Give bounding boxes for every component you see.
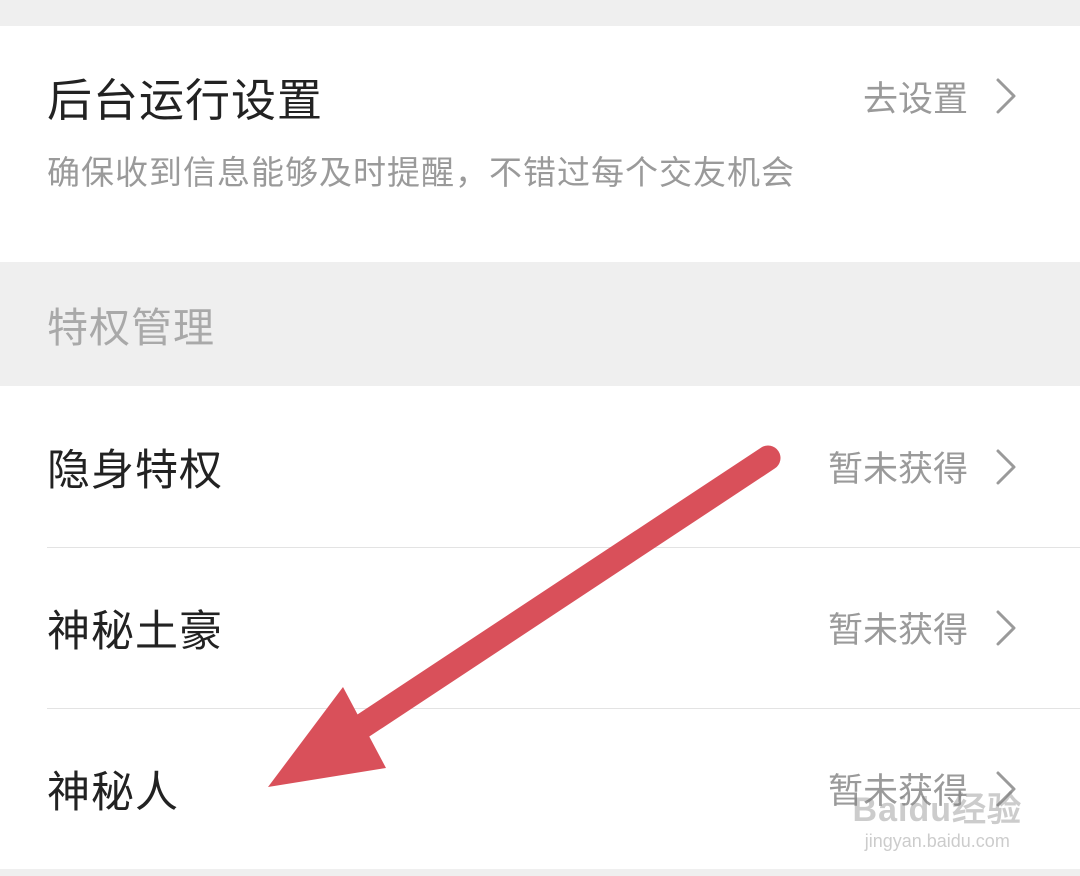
background-run-card[interactable]: 后台运行设置 去设置 确保收到信息能够及时提醒，不错过每个交友机会 bbox=[0, 26, 1080, 262]
background-run-action[interactable]: 去设置 bbox=[863, 71, 1024, 122]
top-spacer bbox=[0, 0, 1080, 26]
privilege-status: 暂未获得 bbox=[827, 611, 968, 651]
privilege-status: 暂未获得 bbox=[827, 450, 968, 490]
privilege-status-group: 暂未获得 bbox=[828, 441, 1024, 492]
chevron-right-icon bbox=[988, 76, 1024, 116]
chevron-right-icon bbox=[988, 447, 1024, 487]
settings-page: 后台运行设置 去设置 确保收到信息能够及时提醒，不错过每个交友机会 特权管理 隐… bbox=[0, 0, 1080, 876]
section-title: 特权管理 bbox=[47, 304, 215, 352]
chevron-right-icon bbox=[988, 608, 1024, 648]
watermark-url: jingyan.baidu.com bbox=[864, 831, 1010, 851]
go-settings-text: 去设置 bbox=[862, 79, 968, 120]
baidu-watermark: Baidu经验 jingyan.baidu.com bbox=[853, 793, 1022, 852]
background-run-description: 确保收到信息能够及时提醒，不错过每个交友机会 bbox=[47, 153, 795, 192]
privilege-item-mystery-tycoon[interactable]: 神秘土豪 暂未获得 bbox=[0, 547, 1080, 708]
watermark-brand: Baidu经验 bbox=[852, 791, 1022, 829]
privilege-status-group: 暂未获得 bbox=[828, 602, 1024, 653]
background-run-title: 后台运行设置 bbox=[47, 73, 324, 127]
privilege-label: 神秘人 bbox=[47, 767, 179, 818]
bottom-spacer bbox=[0, 869, 1080, 876]
privilege-label: 隐身特权 bbox=[47, 445, 223, 496]
privilege-item-invisible[interactable]: 隐身特权 暂未获得 bbox=[0, 386, 1080, 547]
privilege-label: 神秘土豪 bbox=[47, 606, 223, 657]
privilege-section-header: 特权管理 bbox=[0, 262, 1080, 386]
